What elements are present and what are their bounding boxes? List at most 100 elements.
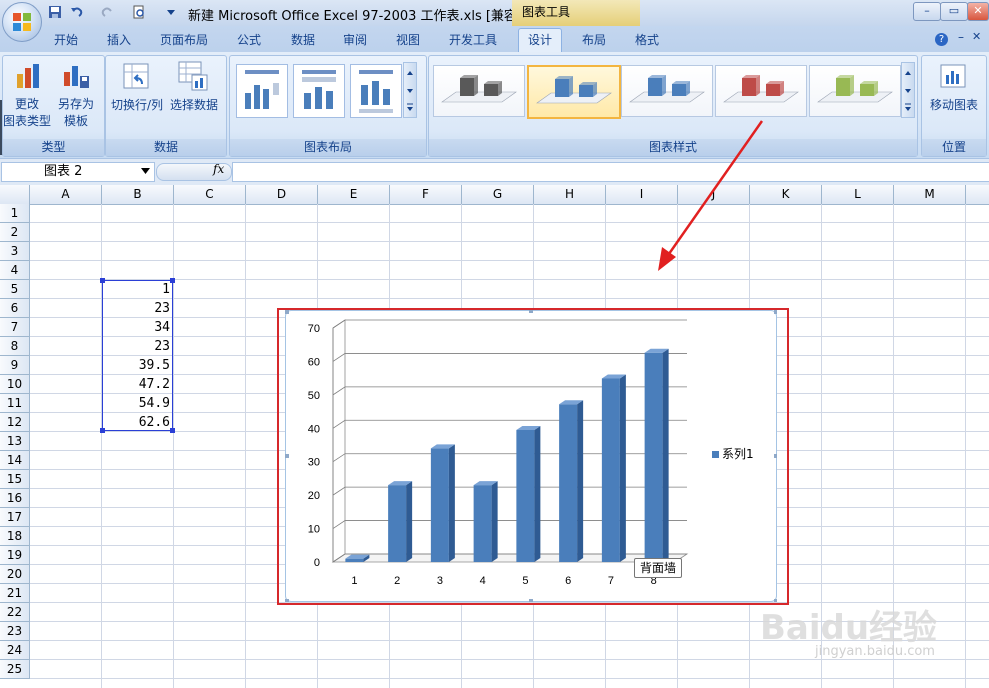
chart-resize-handle: [285, 454, 289, 458]
row-header-20[interactable]: 20: [0, 565, 30, 584]
ribbon-minimize-icon[interactable]: –: [958, 30, 964, 44]
name-box[interactable]: 图表 2: [1, 162, 155, 182]
select-all-corner[interactable]: [0, 185, 30, 204]
chart-style-3[interactable]: [621, 65, 713, 117]
name-box-dropdown-icon[interactable]: [141, 168, 150, 174]
tooltip: 背面墙: [634, 558, 683, 578]
y-tick-label: 40: [308, 423, 320, 435]
bar[interactable]: [516, 425, 541, 562]
row-header-15[interactable]: 15: [0, 470, 30, 489]
tab-formulas[interactable]: 公式: [237, 31, 261, 49]
legend-label: 系列1: [722, 447, 754, 461]
row-header-21[interactable]: 21: [0, 584, 30, 603]
row-header-10[interactable]: 10: [0, 375, 30, 394]
tab-chart-layout[interactable]: 布局: [582, 31, 606, 49]
row-header-23[interactable]: 23: [0, 622, 30, 641]
row-header-22[interactable]: 22: [0, 603, 30, 622]
save-icon[interactable]: [48, 5, 62, 19]
tab-page-layout[interactable]: 页面布局: [160, 31, 208, 49]
tab-data[interactable]: 数据: [291, 31, 315, 49]
bar[interactable]: [430, 444, 455, 562]
column-header-L[interactable]: L: [822, 185, 894, 204]
customize-qat-icon[interactable]: [164, 5, 178, 19]
column-header-G[interactable]: G: [462, 185, 534, 204]
column-header-A[interactable]: A: [30, 185, 102, 204]
row-header-9[interactable]: 9: [0, 356, 30, 375]
fx-icon[interactable]: fx: [213, 162, 224, 176]
close-button[interactable]: ✕: [967, 2, 989, 21]
switch-row-column-button[interactable]: 切换行/列: [108, 59, 164, 119]
column-header-H[interactable]: H: [534, 185, 606, 204]
formula-input[interactable]: [232, 162, 989, 182]
office-button[interactable]: [2, 2, 42, 42]
tab-insert[interactable]: 插入: [107, 31, 131, 49]
column-header-F[interactable]: F: [390, 185, 462, 204]
row-header-6[interactable]: 6: [0, 299, 30, 318]
chart-layout-3[interactable]: [350, 64, 402, 118]
row-header-17[interactable]: 17: [0, 508, 30, 527]
row-header-7[interactable]: 7: [0, 318, 30, 337]
gridline: [332, 353, 687, 362]
chart-style-2[interactable]: [527, 65, 621, 119]
bar[interactable]: [644, 348, 669, 562]
column-header-B[interactable]: B: [102, 185, 174, 204]
chart-style-1[interactable]: [433, 65, 525, 117]
minimize-button[interactable]: –: [913, 2, 941, 21]
selection-handle-br[interactable]: [170, 428, 175, 433]
row-header-14[interactable]: 14: [0, 451, 30, 470]
row-header-25[interactable]: 25: [0, 660, 30, 679]
bar[interactable]: [388, 481, 413, 562]
layout-gallery-scroll[interactable]: [403, 62, 417, 118]
bar[interactable]: [473, 481, 498, 562]
column-header-C[interactable]: C: [174, 185, 246, 204]
row-header-3[interactable]: 3: [0, 242, 30, 261]
row-header-11[interactable]: 11: [0, 394, 30, 413]
row-header-24[interactable]: 24: [0, 641, 30, 660]
print-preview-icon[interactable]: [132, 5, 146, 19]
selection-handle-bl[interactable]: [100, 428, 105, 433]
bar[interactable]: [601, 374, 626, 562]
chart-style-4[interactable]: [715, 65, 807, 117]
chart-legend[interactable]: 系列1: [712, 445, 754, 462]
change-type-label-1: 更改: [14, 97, 39, 111]
row-header-18[interactable]: 18: [0, 527, 30, 546]
row-header-13[interactable]: 13: [0, 432, 30, 451]
undo-icon[interactable]: [70, 5, 84, 19]
row-header-12[interactable]: 12: [0, 413, 30, 432]
row-header-1[interactable]: 1: [0, 204, 30, 223]
styles-gallery-scroll[interactable]: [901, 62, 915, 118]
column-header-D[interactable]: D: [246, 185, 318, 204]
chart-style-5-icon: [817, 75, 893, 103]
tab-view[interactable]: 视图: [396, 31, 420, 49]
tab-home[interactable]: 开始: [54, 31, 78, 49]
selection-handle-tl[interactable]: [100, 278, 105, 283]
bar[interactable]: [559, 400, 584, 562]
window-title: 新建 Microsoft Office Excel 97-2003 工作表.xl…: [188, 9, 530, 24]
tab-review[interactable]: 审阅: [343, 31, 367, 49]
column-chart[interactable]: 0102030405060701 2 3 4 5 6 7 8: [285, 310, 777, 602]
save-as-template-button[interactable]: 另存为 模板: [54, 59, 99, 131]
row-header-16[interactable]: 16: [0, 489, 30, 508]
chart-layout-2[interactable]: [293, 64, 345, 118]
chart-layout-1[interactable]: [236, 64, 288, 118]
ribbon-close-icon[interactable]: ✕: [972, 30, 981, 43]
move-chart-button[interactable]: 移动图表: [925, 59, 981, 119]
chart-style-5[interactable]: [809, 65, 901, 117]
column-header-M[interactable]: M: [894, 185, 966, 204]
tab-developer[interactable]: 开发工具: [449, 31, 497, 49]
watermark-logo: Baidu经验: [760, 608, 938, 648]
row-header-8[interactable]: 8: [0, 337, 30, 356]
select-data-button[interactable]: 选择数据: [166, 59, 222, 119]
change-chart-type-button[interactable]: 更改 图表类型: [3, 59, 51, 131]
row-header-4[interactable]: 4: [0, 261, 30, 280]
redo-icon[interactable]: [100, 5, 114, 19]
restore-button[interactable]: ▭: [940, 2, 968, 21]
help-icon[interactable]: ?: [935, 33, 948, 46]
tab-design[interactable]: 设计: [518, 28, 563, 52]
selection-handle-tr[interactable]: [170, 278, 175, 283]
row-header-5[interactable]: 5: [0, 280, 30, 299]
tab-format[interactable]: 格式: [635, 31, 659, 49]
row-header-19[interactable]: 19: [0, 546, 30, 565]
column-header-E[interactable]: E: [318, 185, 390, 204]
row-header-2[interactable]: 2: [0, 223, 30, 242]
